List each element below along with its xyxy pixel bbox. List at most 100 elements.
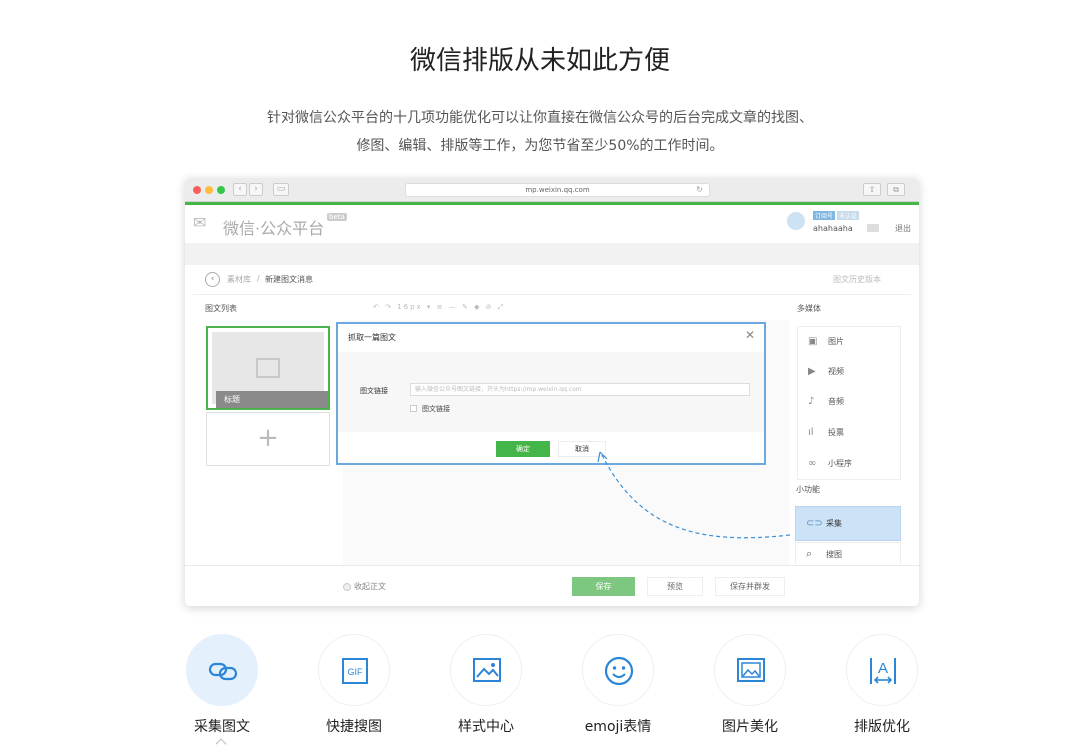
media-item-miniprogram[interactable]: ∞ 小程序 <box>808 449 898 479</box>
bar-chart-icon: ıl <box>808 427 814 438</box>
feature-emoji-circle <box>582 634 654 706</box>
feature-label: 样式中心 <box>458 719 514 735</box>
hero-desc-line-1: 针对微信公众平台的十几项功能优化可以让你直接在微信公众号的后台完成文章的找图、 <box>267 110 813 126</box>
back-button[interactable]: ‹ <box>233 183 247 196</box>
dialog-title: 抓取一篇图文 <box>348 333 396 342</box>
feature-beautify-circle <box>714 634 786 706</box>
small-func-title: 小功能 <box>796 485 820 494</box>
close-icon[interactable]: ✕ <box>745 328 755 342</box>
microphone-icon: ♪ <box>808 396 815 407</box>
breadcrumb-separator: / <box>257 274 260 283</box>
dialog-body: 图文链接 输入微信公众号图文链接，开头为https://mp.weixin.qq… <box>338 352 764 432</box>
share-icon[interactable]: ⇧ <box>863 183 881 196</box>
link-checkbox-label: 图文链接 <box>422 405 450 413</box>
account-type-badge: 订阅号 <box>813 211 836 220</box>
browser-chrome: ‹ › ▭ mp.weixin.qq.com ↻ ⇧ ⧉ <box>185 178 919 202</box>
link-checkbox[interactable] <box>410 405 417 412</box>
close-window-button[interactable] <box>193 186 201 194</box>
verify-badge: 未认证 <box>837 211 860 220</box>
gray-band <box>185 243 919 265</box>
feature-layout-optimize[interactable]: A 排版优化 <box>846 634 918 735</box>
breadcrumb-material[interactable]: 素材库 <box>227 274 251 285</box>
save-button[interactable]: 保存 <box>572 577 635 596</box>
svg-text:A: A <box>878 660 888 677</box>
url-bar[interactable]: mp.weixin.qq.com ↻ <box>405 183 710 197</box>
hero-description: 针对微信公众平台的十几项功能优化可以让你直接在微信公众号的后台完成文章的找图、 … <box>0 104 1080 160</box>
layout-icon: A <box>870 658 896 684</box>
back-arrow-icon[interactable]: ‹ <box>205 272 220 287</box>
media-panel: ▣ 图片 ▶ 视频 ♪ 音频 ıl 投票 ∞ 小程序 <box>797 326 901 480</box>
collapse-toggle[interactable]: 收起正文 <box>343 581 386 592</box>
media-item-label: 图片 <box>828 337 844 346</box>
miniprogram-icon: ∞ <box>808 458 817 469</box>
wx-brand: 微信·公众平台 <box>223 219 325 238</box>
media-item-label: 小程序 <box>828 459 852 468</box>
media-item-video[interactable]: ▶ 视频 <box>808 357 898 387</box>
confirm-button[interactable]: 确定 <box>496 441 550 457</box>
search-icon: ⌕ <box>806 547 813 560</box>
wechat-logo-icon: ✉ <box>193 213 207 232</box>
link-icon: ⊂⊃ <box>806 518 823 529</box>
article-thumb[interactable]: 标题 <box>206 326 330 410</box>
feature-style-circle <box>450 634 522 706</box>
feature-collect[interactable]: 采集图文 <box>186 634 258 735</box>
gif-icon: GIF <box>342 658 368 684</box>
logout-link[interactable]: 退出 <box>895 223 911 234</box>
hero-title: 微信排版从未如此方便 <box>409 46 670 76</box>
minimize-window-button[interactable] <box>205 186 213 194</box>
thumb-image: 标题 <box>212 332 328 408</box>
feature-label: 排版优化 <box>854 719 910 735</box>
feature-label: 图片美化 <box>722 719 778 735</box>
link-field-label: 图文链接 <box>360 387 388 395</box>
avatar[interactable] <box>787 212 805 230</box>
collapse-label: 收起正文 <box>354 582 386 591</box>
search-image-button[interactable]: ⌕ 搜图 <box>795 542 901 564</box>
feature-emoji[interactable]: emoji表情 <box>582 634 654 735</box>
editor-footer: 收起正文 保存 预览 保存并群发 <box>185 565 919 606</box>
add-article-button[interactable]: + <box>206 412 330 466</box>
link-input[interactable]: 输入微信公众号图文链接，开头为https://mp.weixin.qq.com <box>410 383 750 396</box>
feature-quick-search[interactable]: GIF 快捷搜图 <box>318 634 390 735</box>
message-icon[interactable] <box>867 224 879 232</box>
media-item-label: 音频 <box>828 397 844 406</box>
media-item-vote[interactable]: ıl 投票 <box>808 418 898 448</box>
image-style-icon <box>473 658 501 682</box>
save-and-send-button[interactable]: 保存并群发 <box>715 577 785 596</box>
media-title: 多媒体 <box>797 304 821 313</box>
image-placeholder-icon <box>256 358 280 378</box>
feature-layout-circle: A <box>846 634 918 706</box>
history-versions-link[interactable]: 图文历史版本 <box>833 274 881 285</box>
tabs-icon[interactable]: ⧉ <box>887 183 905 196</box>
feature-image-beautify[interactable]: 图片美化 <box>714 634 786 735</box>
fetch-article-dialog: 抓取一篇图文 ✕ 图文链接 输入微信公众号图文链接，开头为https://mp.… <box>336 322 766 465</box>
smile-icon <box>604 656 634 686</box>
feature-style-center[interactable]: 样式中心 <box>450 634 522 735</box>
media-item-label: 投票 <box>828 428 844 437</box>
svg-text:GIF: GIF <box>348 667 364 677</box>
url-text: mp.weixin.qq.com <box>525 186 590 194</box>
link-icon <box>208 662 238 681</box>
media-item-image[interactable]: ▣ 图片 <box>808 327 898 357</box>
wx-header: ✉ 微信·公众平台 beta 订阅号 未认证 ahahaaha 退出 <box>185 205 919 243</box>
feature-collect-circle <box>186 634 258 706</box>
feature-label: 快捷搜图 <box>326 719 382 735</box>
collect-button[interactable]: ⊂⊃ 采集 <box>795 506 901 541</box>
media-item-audio[interactable]: ♪ 音频 <box>808 387 898 417</box>
breadcrumb-current: 新建图文消息 <box>265 275 313 284</box>
user-name[interactable]: ahahaaha <box>813 224 853 233</box>
sidebar-toggle-button[interactable]: ▭ <box>273 183 289 196</box>
collect-label: 采集 <box>826 519 842 528</box>
forward-button[interactable]: › <box>249 183 263 196</box>
breadcrumb: ‹ 素材库 / 新建图文消息 图文历史版本 <box>193 265 911 295</box>
feature-label: 采集图文 <box>194 719 250 735</box>
maximize-window-button[interactable] <box>217 186 225 194</box>
preview-button[interactable]: 预览 <box>647 577 703 596</box>
editor-toolbar[interactable]: ↶ ↷ 16px ▾ ≡ — ✎ ◆ ⊘ ⤢ <box>373 303 505 312</box>
thumb-caption: 标题 <box>216 391 328 408</box>
reload-icon[interactable]: ↻ <box>696 184 703 196</box>
radio-icon <box>343 582 351 591</box>
feature-label: emoji表情 <box>584 719 652 735</box>
video-icon: ▶ <box>808 366 816 377</box>
cancel-button[interactable]: 取消 <box>558 441 606 457</box>
hero-desc-line-2: 修图、编辑、排版等工作，为您节省至少50%的工作时间。 <box>356 138 724 154</box>
